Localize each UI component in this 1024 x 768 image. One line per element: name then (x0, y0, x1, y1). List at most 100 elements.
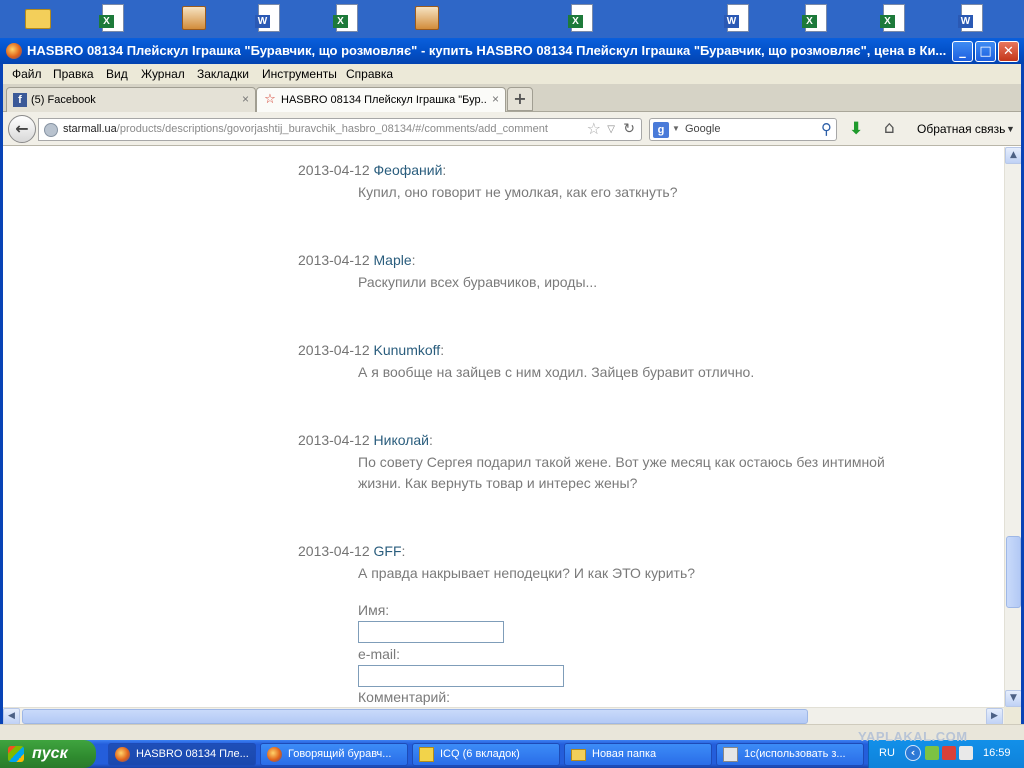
network-icon[interactable] (959, 746, 973, 760)
clock: 16:59 (983, 747, 1011, 759)
comment-author: Николай (373, 432, 429, 448)
folder-icon (571, 749, 586, 761)
search-input[interactable]: Google (685, 123, 720, 135)
comment-author: GFF (373, 543, 402, 559)
document-badge: W (255, 15, 270, 28)
taskbar-item[interactable]: Говорящий буравч... (260, 743, 408, 766)
document-shape: X (333, 4, 358, 32)
comment-text: Раскупили всех буравчиков, ироды... (358, 274, 598, 290)
tray-app-icon[interactable] (942, 746, 956, 760)
taskbar-item-label: HASBRO 08134 Плe... (136, 748, 249, 760)
tab-close-icon[interactable]: × (242, 92, 249, 106)
url-host: starmall.ua (63, 123, 117, 135)
show-hidden-icons-button[interactable]: ‹ (905, 745, 921, 761)
word-file-icon[interactable]: W (255, 4, 286, 32)
google-icon[interactable]: g (653, 122, 669, 138)
chevron-down-icon[interactable]: ▼ (1006, 124, 1015, 134)
menu-bar: Файл Правка Вид Журнал Закладки Инструме… (0, 64, 1024, 84)
document-badge: X (333, 15, 348, 28)
menu-history[interactable]: Журнал (141, 67, 185, 81)
taskbar-item[interactable]: ICQ (6 вкладок) (412, 743, 560, 766)
minimize-button[interactable]: _ (952, 41, 973, 62)
document-shape: X (802, 4, 827, 32)
home-icon[interactable]: ⌂ (884, 118, 895, 138)
comment-item: 2013-04-12 GFF: А правда накрывает непод… (298, 542, 918, 584)
menu-bookmarks[interactable]: Закладки (197, 67, 249, 81)
window-title-bar[interactable]: HASBRO 08134 Плейскул Іграшка "Буравчик,… (0, 38, 1024, 64)
comment-author: Kunumkoff (373, 342, 441, 358)
document-badge: X (99, 15, 114, 28)
tray-app-icon[interactable] (925, 746, 939, 760)
back-button[interactable]: ← (8, 115, 36, 143)
menu-tools[interactable]: Инструменты (262, 67, 337, 81)
menu-view[interactable]: Вид (106, 67, 128, 81)
document-badge: X (880, 15, 895, 28)
scroll-right-button[interactable]: ▶ (986, 708, 1003, 725)
firefox-icon (6, 43, 22, 59)
word-file-icon[interactable]: W (958, 4, 989, 32)
document-shape: X (880, 4, 905, 32)
facebook-icon: f (13, 93, 27, 107)
app-icon (723, 747, 738, 762)
folder-shape (25, 9, 51, 29)
chevron-down-icon[interactable]: ▼ (672, 124, 680, 133)
vertical-scrollbar[interactable]: ▲ ▼ (1004, 147, 1022, 707)
search-bar[interactable]: g ▼ Google ⚲ (649, 118, 837, 141)
feedback-button[interactable]: Обратная связь (917, 122, 1005, 136)
name-field[interactable] (358, 621, 504, 643)
reload-icon[interactable]: ↻ (623, 121, 635, 137)
comment-text: А правда накрывает неподецки? И как ЭТО … (358, 565, 696, 581)
window-title: HASBRO 08134 Плейскул Іграшка "Буравчик,… (27, 43, 947, 58)
start-button[interactable]: пуск (0, 740, 96, 768)
tab-bar: f (5) Facebook × ☆ HASBRO 08134 Плейскул… (0, 84, 1024, 113)
tab-starmall[interactable]: ☆ HASBRO 08134 Плейскул Іграшка "Бур... … (256, 87, 506, 113)
vertical-scroll-thumb[interactable] (1006, 536, 1021, 609)
url-dropdown-icon[interactable]: ▽ (607, 123, 615, 137)
comment-author: Maple (373, 252, 412, 268)
desktop-icon-strip: XWXXWXXW (0, 0, 1024, 38)
excel-file-icon[interactable]: X (802, 4, 833, 32)
navigation-toolbar: ← starmall.ua/products/descriptions/govo… (0, 112, 1024, 146)
close-button[interactable]: ✕ (998, 41, 1019, 62)
taskbar-item-label: Говорящий буравч... (288, 748, 392, 760)
scroll-down-button[interactable]: ▼ (1005, 690, 1022, 707)
archive-box-icon[interactable] (182, 4, 210, 32)
menu-help[interactable]: Справка (346, 67, 393, 81)
taskbar: пуск HASBRO 08134 Плe... Говорящий бурав… (0, 740, 1024, 768)
horizontal-scroll-thumb[interactable] (22, 709, 808, 724)
excel-file-icon[interactable]: X (880, 4, 911, 32)
comment-date: 2013-04-12 (298, 342, 370, 358)
email-field[interactable] (358, 665, 564, 687)
bookmark-star-icon[interactable]: ☆ (587, 120, 601, 138)
language-indicator[interactable]: RU (879, 747, 895, 759)
excel-file-icon[interactable]: X (568, 4, 599, 32)
maximize-button[interactable]: □ (975, 41, 996, 62)
watermark: YAPLAKAL.COM (858, 729, 968, 744)
excel-file-icon[interactable]: X (99, 4, 130, 32)
word-file-icon[interactable]: W (724, 4, 755, 32)
taskbar-item[interactable]: HASBRO 08134 Плe... (108, 743, 256, 766)
comment-item: 2013-04-12 Николай: По совету Сергея под… (298, 431, 918, 494)
email-label: e-mail: (358, 646, 401, 662)
search-icon[interactable]: ⚲ (821, 120, 832, 138)
archive-box-icon[interactable] (415, 4, 443, 32)
url-bar[interactable]: starmall.ua/products/descriptions/govorj… (38, 118, 642, 141)
taskbar-item[interactable]: Новая папка (564, 743, 712, 766)
excel-file-icon[interactable]: X (333, 4, 364, 32)
document-badge: W (724, 15, 739, 28)
download-icon[interactable]: ⬇ (849, 119, 863, 139)
scroll-up-button[interactable]: ▲ (1005, 147, 1022, 164)
folder-icon[interactable] (25, 4, 53, 32)
taskbar-item[interactable]: 1с(использовать з... (716, 743, 864, 766)
menu-file[interactable]: Файл (12, 67, 42, 81)
document-shape: W (724, 4, 749, 32)
new-tab-button[interactable]: + (507, 87, 533, 111)
document-shape: X (568, 4, 593, 32)
horizontal-scrollbar[interactable]: ◀ ▶ (0, 707, 1004, 725)
scroll-left-button[interactable]: ◀ (3, 708, 20, 725)
taskbar-item-label: ICQ (6 вкладок) (440, 748, 520, 760)
menu-edit[interactable]: Правка (53, 67, 94, 81)
tab-facebook[interactable]: f (5) Facebook × (6, 87, 256, 112)
tab-close-icon[interactable]: × (492, 92, 499, 106)
comment-date: 2013-04-12 (298, 252, 370, 268)
